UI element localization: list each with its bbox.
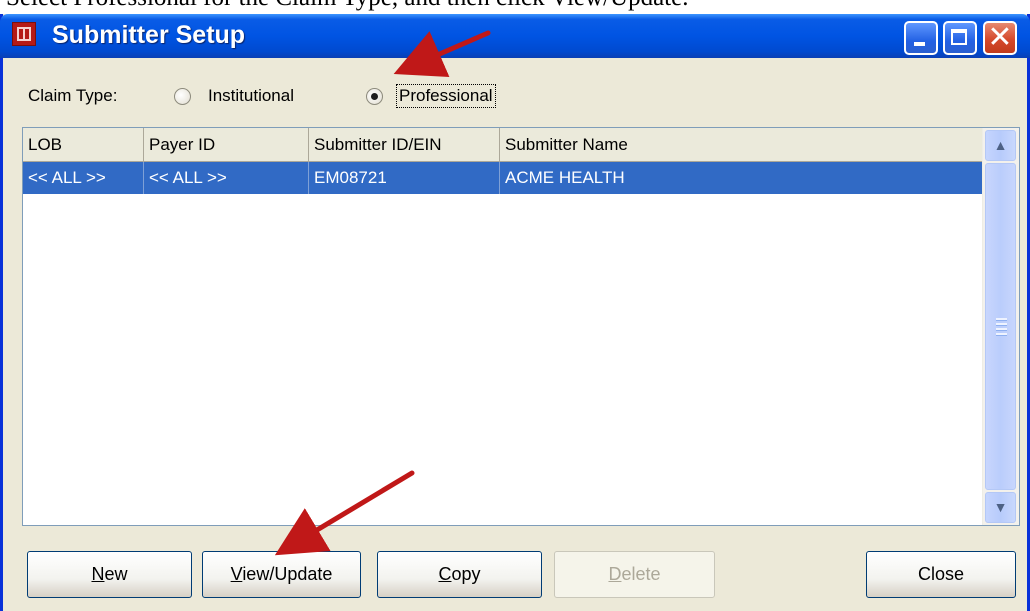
view-update-button[interactable]: View/Update — [202, 551, 361, 598]
delete-label: elete — [621, 564, 661, 584]
professional-label[interactable]: Professional — [396, 84, 496, 108]
chevron-up-icon: ▲ — [993, 137, 1008, 153]
maximize-button[interactable] — [943, 21, 977, 55]
scroll-thumb[interactable] — [985, 163, 1016, 490]
cell-payer-id: << ALL >> — [144, 162, 309, 194]
cell-submitter-name: ACME HEALTH — [505, 168, 625, 187]
institutional-radio[interactable] — [174, 88, 191, 105]
view-label: iew/Update — [242, 564, 333, 584]
cell-submitter-id: EM08721 — [309, 162, 500, 194]
institutional-label[interactable]: Institutional — [208, 86, 294, 106]
title-bar[interactable]: Submitter Setup ✕ — [0, 14, 1030, 58]
column-header-payer-id[interactable]: Payer ID — [144, 128, 309, 161]
chevron-down-icon: ▼ — [993, 499, 1008, 515]
delete-accel: D — [608, 564, 622, 584]
column-header-lob[interactable]: LOB — [23, 128, 144, 161]
app-icon — [12, 22, 36, 46]
new-accel: N — [91, 564, 105, 584]
professional-radio[interactable] — [366, 88, 383, 105]
scroll-down-button[interactable]: ▼ — [985, 492, 1016, 523]
grip-line — [996, 323, 1007, 326]
close-window-button[interactable]: ✕ — [983, 21, 1017, 55]
column-header-submitter-name[interactable]: Submitter Name — [500, 128, 985, 161]
vertical-scrollbar[interactable]: ▲ ▼ — [982, 128, 1019, 525]
delete-button: Delete — [554, 551, 715, 598]
grip-line — [996, 318, 1007, 321]
copy-label: opy — [451, 564, 481, 584]
close-icon: ✕ — [987, 21, 1013, 54]
grip-line — [996, 333, 1007, 336]
minimize-button[interactable] — [904, 21, 938, 55]
new-button[interactable]: New — [27, 551, 192, 598]
copy-button[interactable]: Copy — [377, 551, 542, 598]
claim-type-label: Claim Type: — [28, 86, 118, 105]
copy-accel: C — [438, 564, 452, 584]
new-label: ew — [104, 564, 128, 584]
close-label: Close — [917, 564, 965, 584]
cell-lob: << ALL >> — [23, 162, 144, 194]
window-title: Submitter Setup — [52, 21, 246, 49]
scroll-up-button[interactable]: ▲ — [985, 130, 1016, 161]
submitter-list[interactable]: LOB Payer ID Submitter ID/EIN Submitter … — [22, 127, 1020, 526]
table-row[interactable]: << ALL >> << ALL >> EM08721 ACME HEALTH — [23, 162, 985, 194]
column-header-submitter-id[interactable]: Submitter ID/EIN — [309, 128, 500, 161]
list-header: LOB Payer ID Submitter ID/EIN Submitter … — [23, 128, 985, 162]
close-button[interactable]: Close — [866, 551, 1016, 598]
view-accel: V — [230, 564, 243, 584]
grip-line — [996, 328, 1007, 331]
instruction-caption: Select Professional for the Claim Type, … — [6, 0, 1026, 14]
